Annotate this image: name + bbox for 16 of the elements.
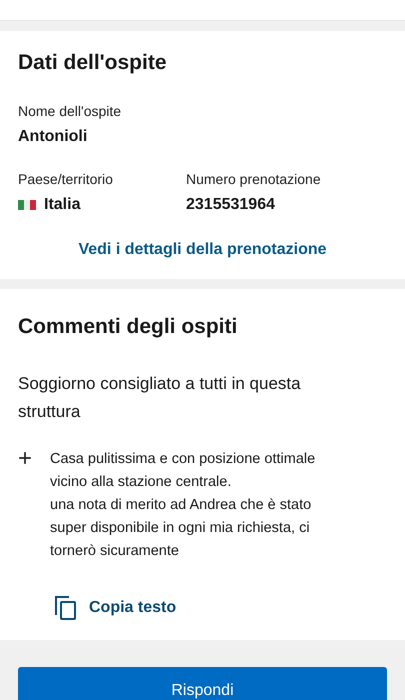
reply-button[interactable]: Rispondi (18, 667, 387, 700)
country-value: Italia (44, 196, 80, 214)
field-label: Nome dell'ospite (18, 103, 122, 119)
copy-text-button[interactable]: Copia testo (55, 592, 176, 624)
flag-icon (18, 200, 36, 210)
field-label: Paese/territorio (18, 171, 114, 187)
section-title: Dati dell'ospite (18, 51, 168, 75)
expand-icon[interactable]: + (18, 448, 32, 470)
field-label: Numero prenotazione (186, 171, 322, 187)
booking-details-link[interactable]: Vedi i dettagli della prenotazione (78, 241, 327, 258)
review-text: Casa pulitissima e con posizione ottimale vicino alla stazione centrale. una nota di merito ad Andrea che è stato super disponibile in ogni mia richiesta, ci tornerò sicuramente (50, 450, 316, 561)
section-title: Commenti degli ospiti (18, 315, 238, 339)
guest-name: Antonioli (18, 128, 88, 146)
booking-number: 2315531964 (186, 196, 275, 214)
copy-icon (55, 596, 77, 620)
review-headline: Soggiorno consigliato a tutti in questa struttura (18, 373, 302, 423)
